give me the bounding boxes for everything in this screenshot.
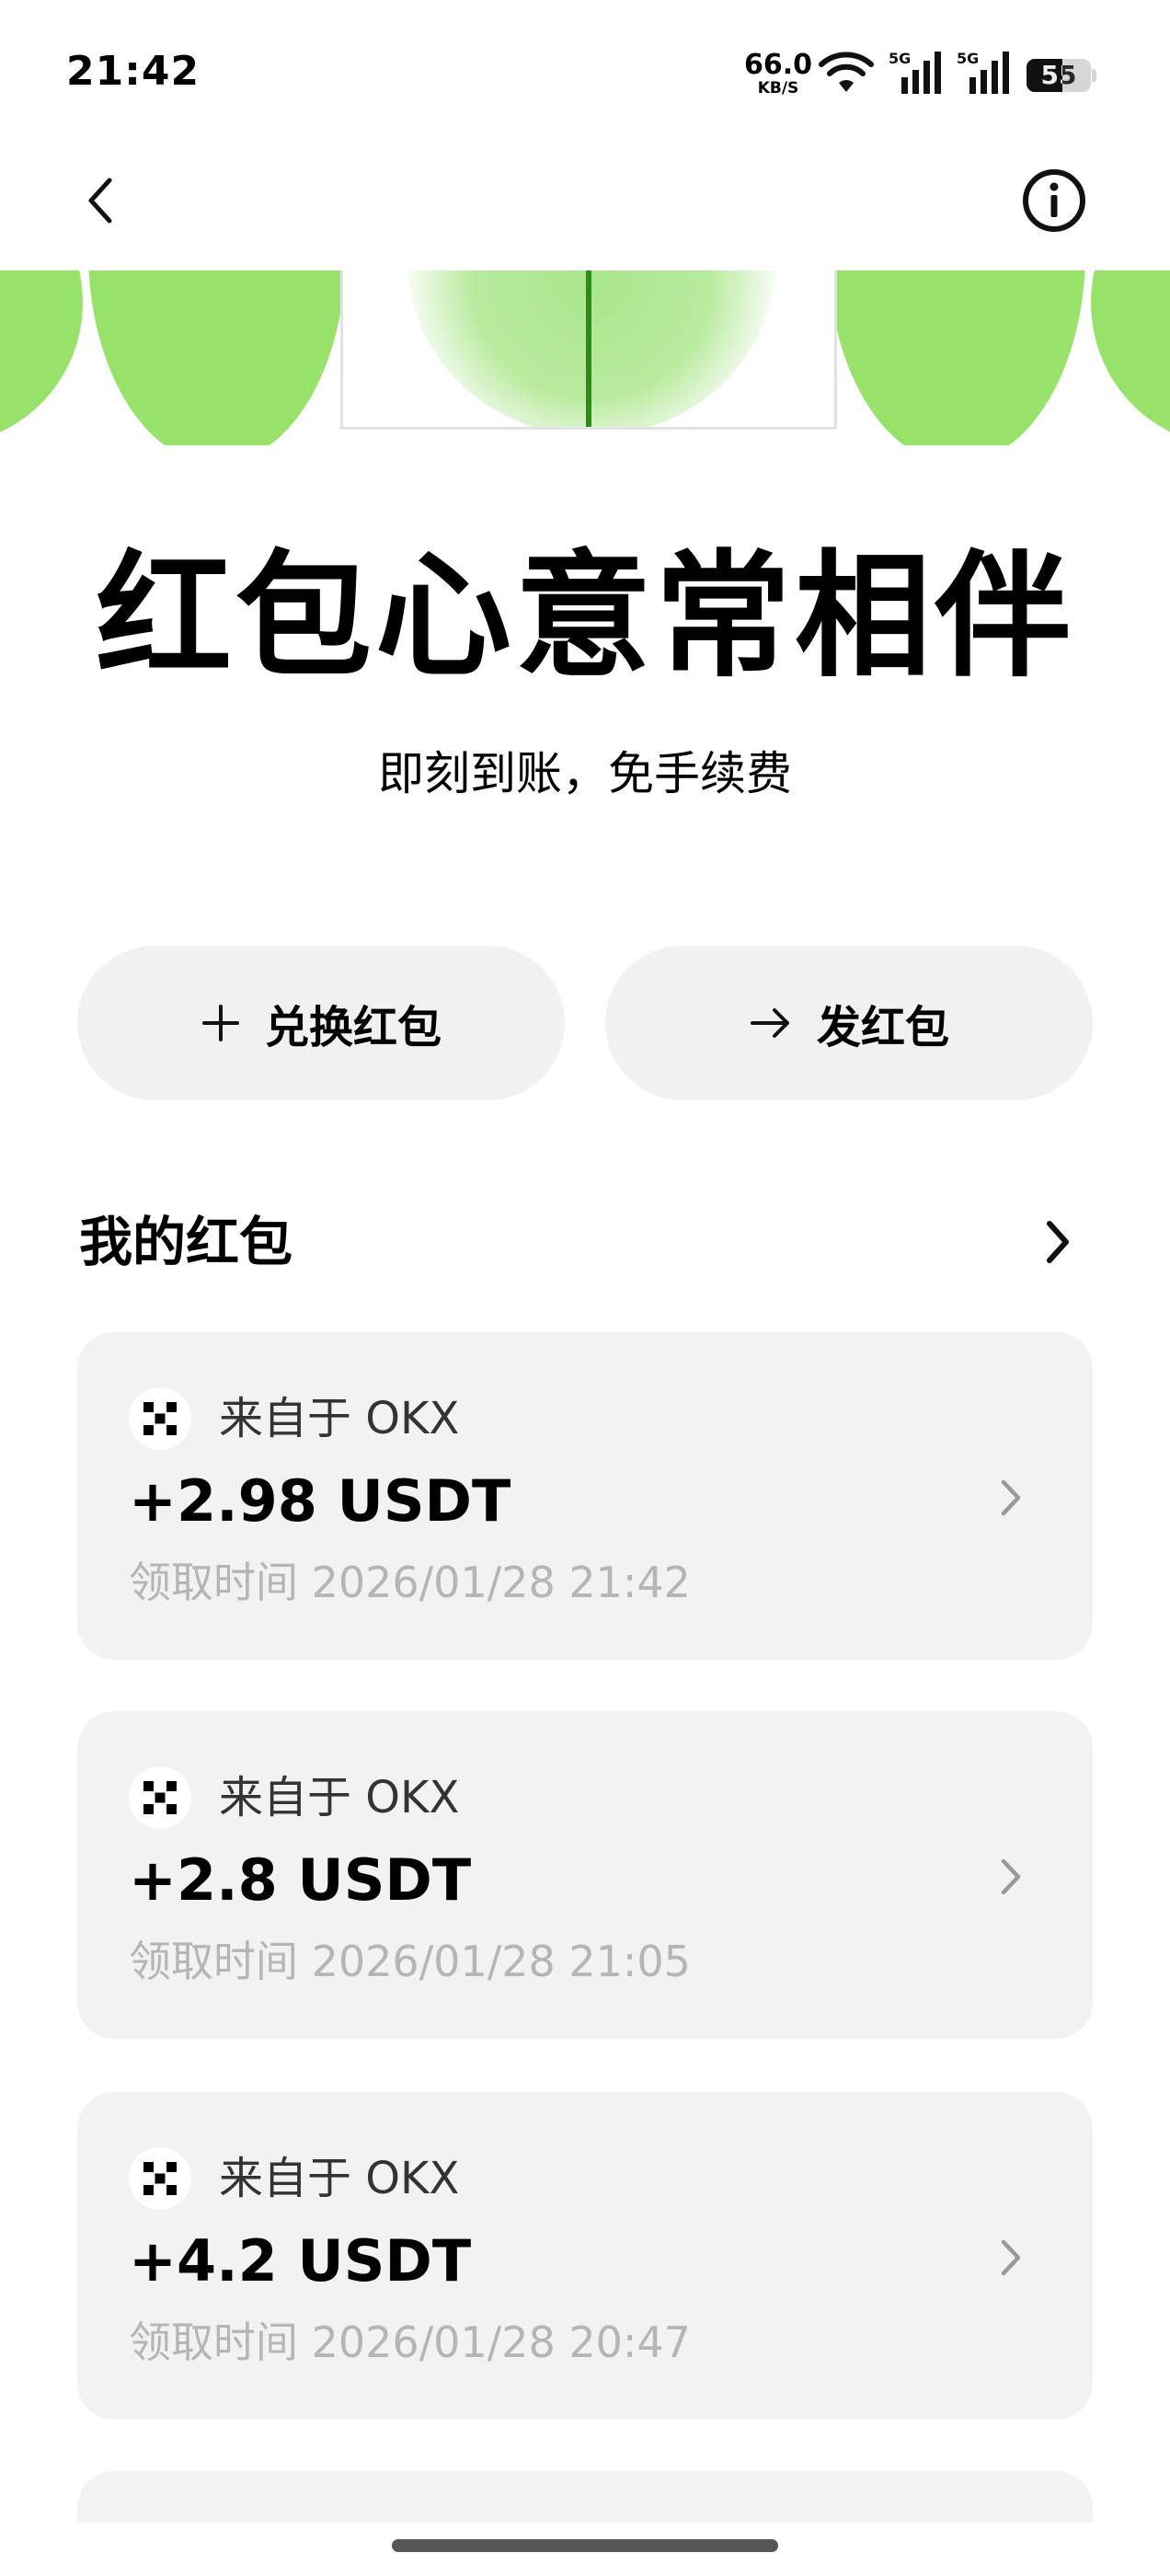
wifi-icon (819, 52, 874, 98)
signal-label-2: 5G (957, 50, 979, 67)
chevron-right-icon (988, 1849, 1034, 1904)
my-red-packets-title: 我的红包 (79, 1211, 293, 1273)
chevron-right-icon (1047, 1221, 1069, 1263)
okx-logo-icon (129, 1387, 191, 1450)
info-button[interactable] (1019, 166, 1089, 236)
okx-logo-icon (129, 2147, 191, 2210)
banner-illustration (0, 270, 1170, 445)
red-packet-card-partial[interactable] (77, 2471, 1093, 2523)
card-amount: +2.8 USDT (129, 1846, 472, 1914)
network-speed-value: 66.0 (743, 49, 813, 81)
red-packet-card[interactable]: 来自于 OKX +4.2 USDT 领取时间 2026/01/28 20:47 (77, 2092, 1093, 2420)
okx-logo-icon (129, 1766, 191, 1829)
status-bar: 21:42 66.0 KB/S 5G 5G 55 (0, 0, 1170, 147)
info-circle-icon (1023, 169, 1085, 232)
card-amount: +4.2 USDT (129, 2227, 472, 2294)
send-red-packet-button[interactable]: 发红包 (605, 946, 1093, 1100)
card-received-time: 领取时间 2026/01/28 20:47 (129, 2317, 691, 2367)
red-packet-card[interactable]: 来自于 OKX +2.8 USDT 领取时间 2026/01/28 21:05 (77, 1711, 1093, 2039)
card-amount: +2.98 USDT (129, 1467, 511, 1535)
page-subtitle: 即刻到账，免手续费 (378, 747, 792, 800)
card-source: 来自于 OKX (219, 2153, 460, 2204)
send-button-label: 发红包 (816, 1002, 949, 1053)
plus-icon (201, 1005, 239, 1041)
chevron-right-icon (988, 2230, 1034, 2285)
red-packet-envelope-illustration (340, 270, 837, 430)
back-button[interactable] (70, 166, 131, 236)
status-time: 21:42 (66, 48, 201, 95)
redeem-button-label: 兑换红包 (264, 1002, 442, 1053)
cell-signal-icon: 5G (955, 48, 1014, 99)
home-indicator (392, 2539, 778, 2552)
chevron-right-icon (988, 1470, 1034, 1525)
cell-signal-icon: 5G (887, 48, 946, 99)
red-packet-card[interactable]: 来自于 OKX +2.98 USDT 领取时间 2026/01/28 21:42 (77, 1332, 1093, 1660)
my-red-packets-more-button[interactable] (1030, 1213, 1085, 1271)
card-received-time: 领取时间 2026/01/28 21:42 (129, 1558, 691, 1607)
card-received-time: 领取时间 2026/01/28 21:05 (129, 1937, 691, 1986)
redeem-red-packet-button[interactable]: 兑换红包 (77, 946, 565, 1100)
arrow-right-icon (750, 1008, 789, 1038)
chevron-left-icon (88, 178, 112, 224)
signal-label-1: 5G (889, 50, 911, 67)
card-source: 来自于 OKX (219, 1772, 460, 1823)
card-source: 来自于 OKX (219, 1393, 460, 1444)
battery-level: 55 (1040, 60, 1077, 90)
page-title: 红包心意常相伴 (96, 537, 1074, 696)
network-speed: 66.0 KB/S (743, 52, 813, 97)
network-speed-unit: KB/S (757, 79, 799, 98)
battery-icon: 55 (1027, 59, 1096, 92)
